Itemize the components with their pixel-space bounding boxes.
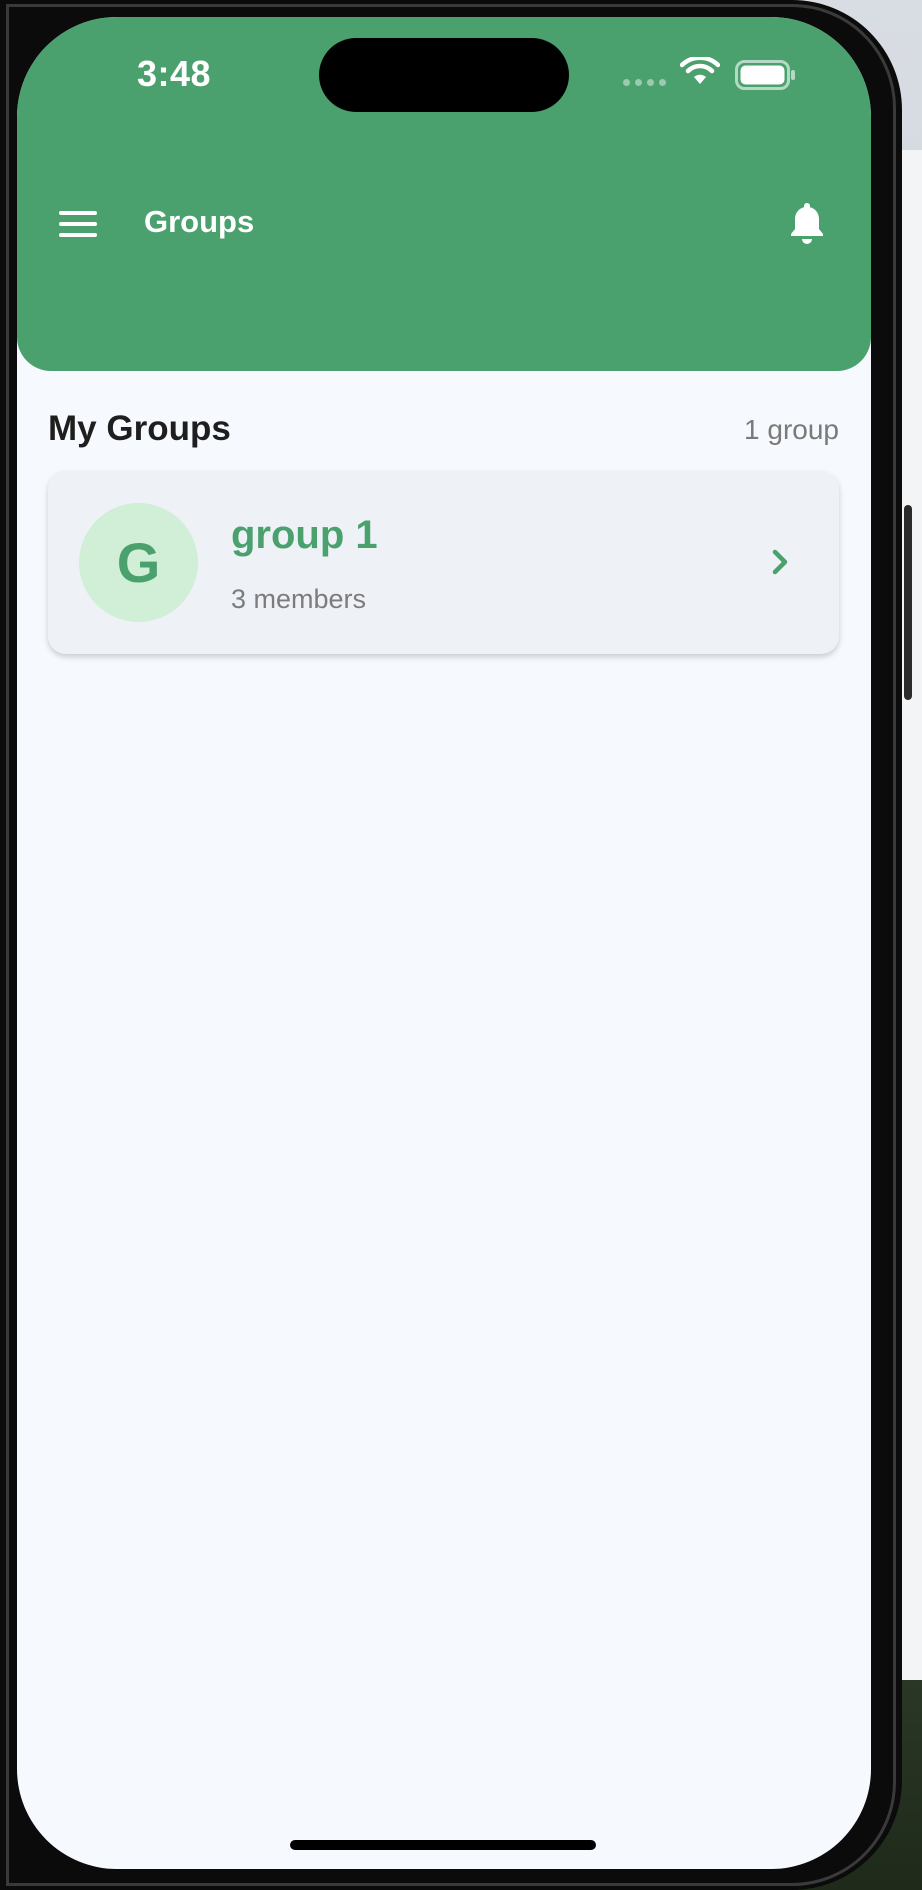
group-member-count: 3 members	[231, 584, 367, 614]
section-title: My Groups	[48, 409, 231, 448]
chevron-right-icon	[772, 549, 788, 575]
page-title: Groups	[144, 204, 255, 239]
phone-frame: 3:48 Groups My Groups 1 group G group 1 …	[0, 0, 902, 1890]
group-name: group 1	[231, 513, 378, 557]
dynamic-island	[319, 38, 569, 112]
wifi-icon	[680, 57, 720, 84]
group-avatar: G	[79, 503, 198, 622]
group-card[interactable]: G group 1 3 members	[48, 471, 839, 654]
home-indicator[interactable]	[290, 1840, 596, 1850]
app-screen: 3:48 Groups My Groups 1 group G group 1 …	[17, 17, 871, 1869]
background-scrollbar	[904, 505, 912, 700]
bell-icon[interactable]	[788, 201, 826, 245]
battery-icon	[735, 60, 795, 90]
cellular-signal-icon	[623, 79, 666, 86]
app-header: 3:48 Groups	[17, 17, 871, 371]
status-time: 3:48	[137, 53, 212, 94]
hamburger-menu-icon[interactable]	[59, 210, 97, 238]
group-count: 1 group	[744, 414, 839, 445]
